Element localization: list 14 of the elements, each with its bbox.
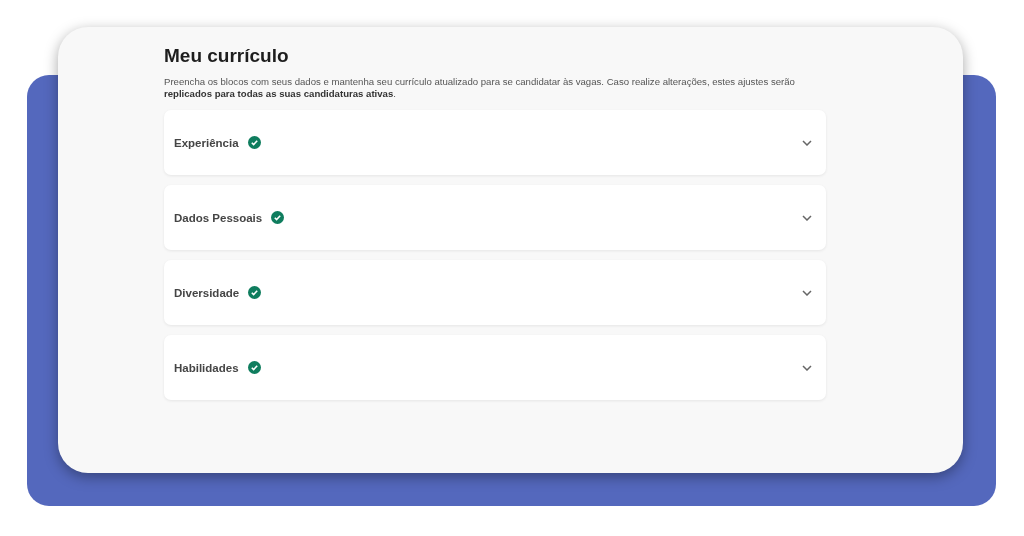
section-label: Dados Pessoais bbox=[174, 211, 263, 224]
section-label: Habilidades bbox=[174, 361, 239, 374]
chevron-icon[interactable] bbox=[802, 289, 812, 296]
chevron-icon[interactable] bbox=[802, 214, 812, 221]
section-label: Diversidade bbox=[174, 286, 240, 299]
section-row[interactable]: Experiência bbox=[164, 110, 826, 175]
chevron-icon[interactable] bbox=[802, 139, 812, 146]
intro-text: Preencha os blocos com seus dados e mantenha seu currículo atualizado para se candidatar às vagas. Caso realize alterações, estes ajustes serão replicados para todas as suas candidaturas ativas. bbox=[164, 76, 796, 100]
page-title: Meu currículo bbox=[164, 45, 290, 67]
section-row[interactable]: Dados Pessoais bbox=[164, 185, 826, 250]
chevron-icon[interactable] bbox=[802, 364, 812, 371]
section-row[interactable]: Habilidades bbox=[164, 335, 826, 400]
section-label: Experiência bbox=[174, 136, 239, 149]
section-row[interactable]: Diversidade bbox=[164, 260, 826, 325]
